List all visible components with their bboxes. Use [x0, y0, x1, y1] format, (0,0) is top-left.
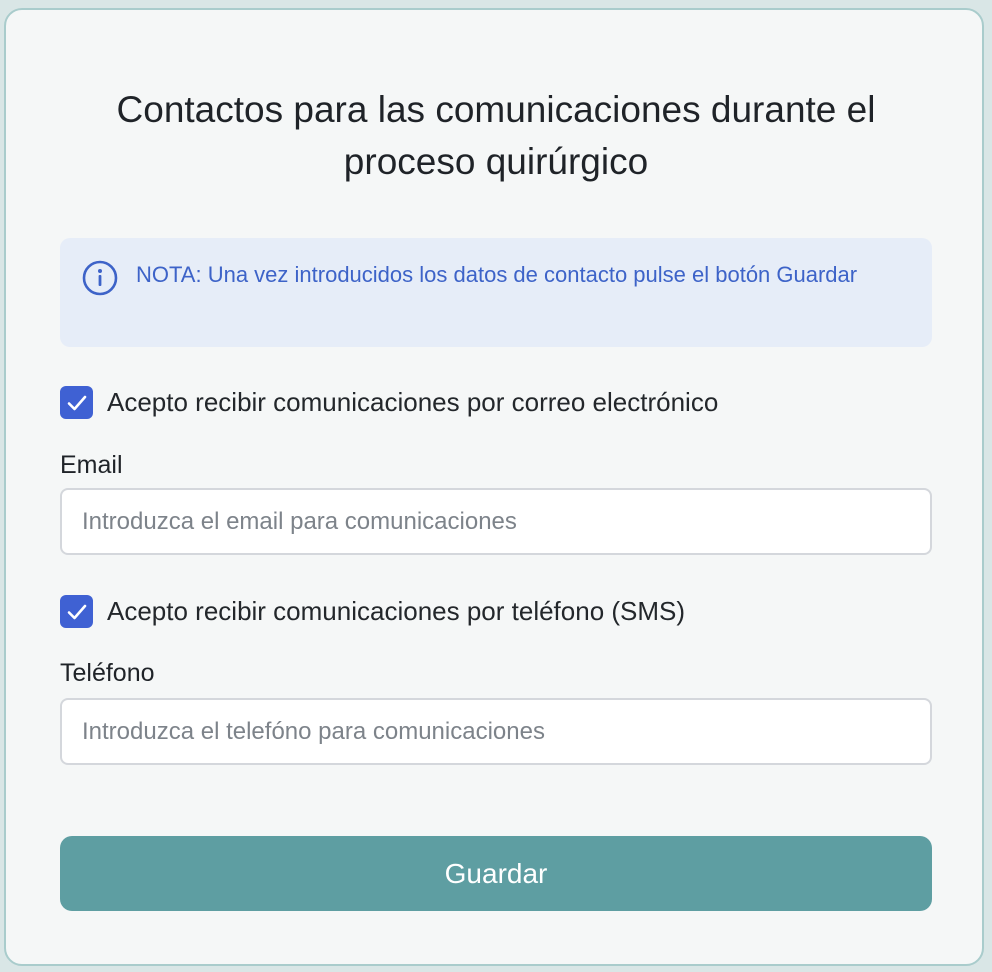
note-text: NOTA: Una vez introducidos los datos de … [136, 262, 858, 287]
info-icon [82, 260, 118, 296]
checkmark-icon [67, 604, 86, 619]
info-note: NOTA: Una vez introducidos los datos de … [60, 238, 932, 347]
email-consent-checkbox[interactable] [60, 386, 93, 419]
checkmark-icon [67, 395, 86, 410]
sms-consent-row[interactable]: Acepto recibir comunicaciones por teléfo… [60, 595, 685, 628]
sms-consent-label: Acepto recibir comunicaciones por teléfo… [107, 596, 686, 626]
form-title: Contactos para las comunicaciones durant… [116, 89, 876, 182]
contact-form-card: Contactos para las comunicaciones durant… [4, 8, 984, 966]
email-consent-label: Acepto recibir comunicaciones por correo… [107, 387, 719, 417]
email-field-label: Email [60, 451, 123, 479]
phone-field-label: Teléfono [60, 659, 155, 687]
email-consent-row[interactable]: Acepto recibir comunicaciones por correo… [60, 386, 718, 419]
phone-field[interactable] [60, 698, 932, 765]
email-field[interactable] [60, 488, 932, 555]
sms-consent-checkbox[interactable] [60, 595, 93, 628]
save-button[interactable]: Guardar [60, 836, 932, 911]
